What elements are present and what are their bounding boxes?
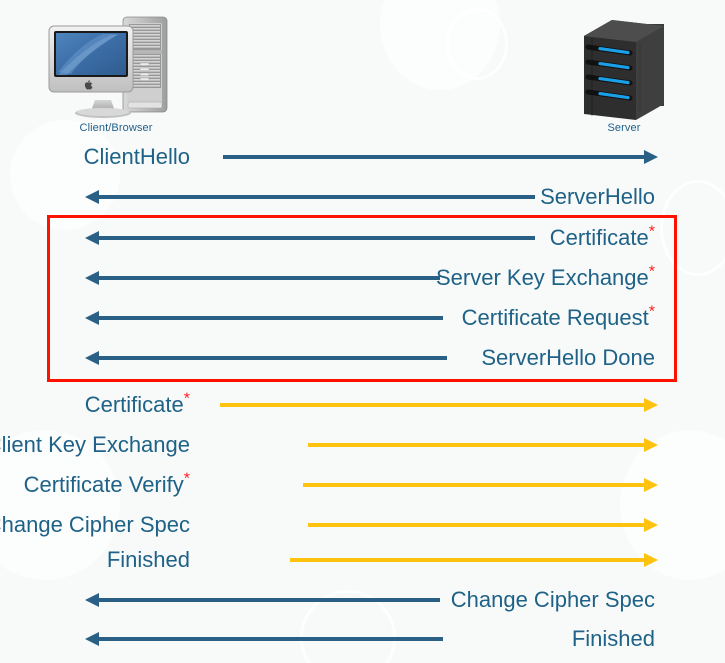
- message-label-text: Change Cipher Spec: [450, 587, 655, 612]
- message-label-text: Finished: [106, 547, 190, 572]
- message-arrow: [85, 271, 440, 285]
- message-label-text: Finished: [571, 626, 655, 651]
- message-arrow: [220, 398, 658, 412]
- message-arrow: [308, 518, 658, 532]
- optional-asterisk: *: [183, 390, 190, 408]
- message-label: Change Cipher Spec: [0, 508, 190, 542]
- message-label-text: Certificate Request: [461, 305, 649, 330]
- message-label: Certificate Verify*: [24, 468, 190, 502]
- client-endpoint-label: Client/Browser: [79, 122, 153, 134]
- arrow-shaft: [98, 195, 535, 199]
- message-row: ServerHello Done: [0, 341, 725, 375]
- arrow-head-left-icon: [85, 311, 99, 325]
- optional-asterisk: *: [648, 303, 655, 321]
- arrow-head-left-icon: [85, 351, 99, 365]
- arrow-head-right-icon: [644, 150, 658, 164]
- message-arrow: [223, 150, 658, 164]
- arrow-shaft: [98, 276, 440, 280]
- message-row: ServerHello: [0, 180, 725, 214]
- message-label: Change Cipher Spec: [451, 583, 655, 617]
- watermark-ring: [446, 8, 508, 80]
- message-label-text: ServerHello: [540, 184, 655, 209]
- message-row: Finished: [0, 543, 725, 577]
- arrow-shaft: [220, 403, 645, 407]
- message-label: ClientHello: [84, 140, 190, 174]
- arrow-shaft: [223, 155, 645, 159]
- message-label: Certificate Request*: [462, 301, 655, 335]
- arrow-head-left-icon: [85, 231, 99, 245]
- arrow-shaft: [98, 637, 443, 641]
- arrow-head-left-icon: [85, 593, 99, 607]
- message-arrow: [85, 311, 443, 325]
- arrow-head-left-icon: [85, 632, 99, 646]
- server-tower-icon: [578, 14, 670, 120]
- message-row: Client Key Exchange: [0, 428, 725, 462]
- arrow-head-right-icon: [644, 518, 658, 532]
- message-label-text: Change Cipher Spec: [0, 512, 190, 537]
- message-arrow: [303, 478, 658, 492]
- message-label-text: Certificate Verify: [23, 472, 184, 497]
- message-arrow: [85, 231, 535, 245]
- arrow-head-right-icon: [644, 398, 658, 412]
- arrow-shaft: [98, 316, 443, 320]
- message-row: Change Cipher Spec: [0, 508, 725, 542]
- message-label: Certificate*: [550, 221, 655, 255]
- message-label: Finished: [572, 622, 655, 656]
- message-row: Certificate*: [0, 388, 725, 422]
- arrow-shaft: [308, 443, 645, 447]
- message-row: Change Cipher Spec: [0, 583, 725, 617]
- arrow-shaft: [308, 523, 645, 527]
- server-endpoint-label-wrap: Server: [578, 118, 670, 136]
- message-label: Server Key Exchange*: [436, 261, 655, 295]
- server-endpoint-label: Server: [607, 122, 641, 134]
- arrow-head-right-icon: [644, 438, 658, 452]
- message-label: Client Key Exchange: [0, 428, 190, 462]
- message-row: Certificate*: [0, 221, 725, 255]
- message-arrow: [85, 190, 535, 204]
- arrow-shaft: [303, 483, 645, 487]
- arrow-head-right-icon: [644, 553, 658, 567]
- message-label: ServerHello: [540, 180, 655, 214]
- message-label-text: ClientHello: [83, 144, 190, 169]
- message-label: Finished: [107, 543, 190, 577]
- message-label-text: ServerHello Done: [481, 345, 655, 370]
- message-label: Certificate*: [85, 388, 190, 422]
- message-arrow: [290, 553, 658, 567]
- watermark-circle: [380, 0, 500, 90]
- arrow-head-left-icon: [85, 271, 99, 285]
- arrow-head-right-icon: [644, 478, 658, 492]
- message-row: ClientHello: [0, 140, 725, 174]
- optional-asterisk: *: [183, 470, 190, 488]
- message-label-text: Server Key Exchange: [435, 265, 649, 290]
- message-label-text: Certificate: [84, 392, 184, 417]
- arrow-shaft: [98, 356, 447, 360]
- arrow-shaft: [98, 598, 440, 602]
- message-arrow: [85, 593, 440, 607]
- message-label: ServerHello Done: [481, 341, 655, 375]
- optional-asterisk: *: [648, 223, 655, 241]
- message-row: Server Key Exchange*: [0, 261, 725, 295]
- optional-asterisk: *: [648, 263, 655, 281]
- message-row: Certificate Verify*: [0, 468, 725, 502]
- client-endpoint-label-wrap: Client/Browser: [45, 118, 187, 136]
- message-arrow: [85, 632, 443, 646]
- message-row: Certificate Request*: [0, 301, 725, 335]
- tls-handshake-diagram: Client/Browser Server ClientHello Server…: [0, 0, 725, 663]
- message-arrow: [308, 438, 658, 452]
- message-label-text: Client Key Exchange: [0, 432, 190, 457]
- message-row: Finished: [0, 622, 725, 656]
- message-arrow: [85, 351, 447, 365]
- arrow-head-left-icon: [85, 190, 99, 204]
- message-label-text: Certificate: [549, 225, 649, 250]
- arrow-shaft: [98, 236, 535, 240]
- client-computer-icon: [45, 14, 187, 122]
- arrow-shaft: [290, 558, 645, 562]
